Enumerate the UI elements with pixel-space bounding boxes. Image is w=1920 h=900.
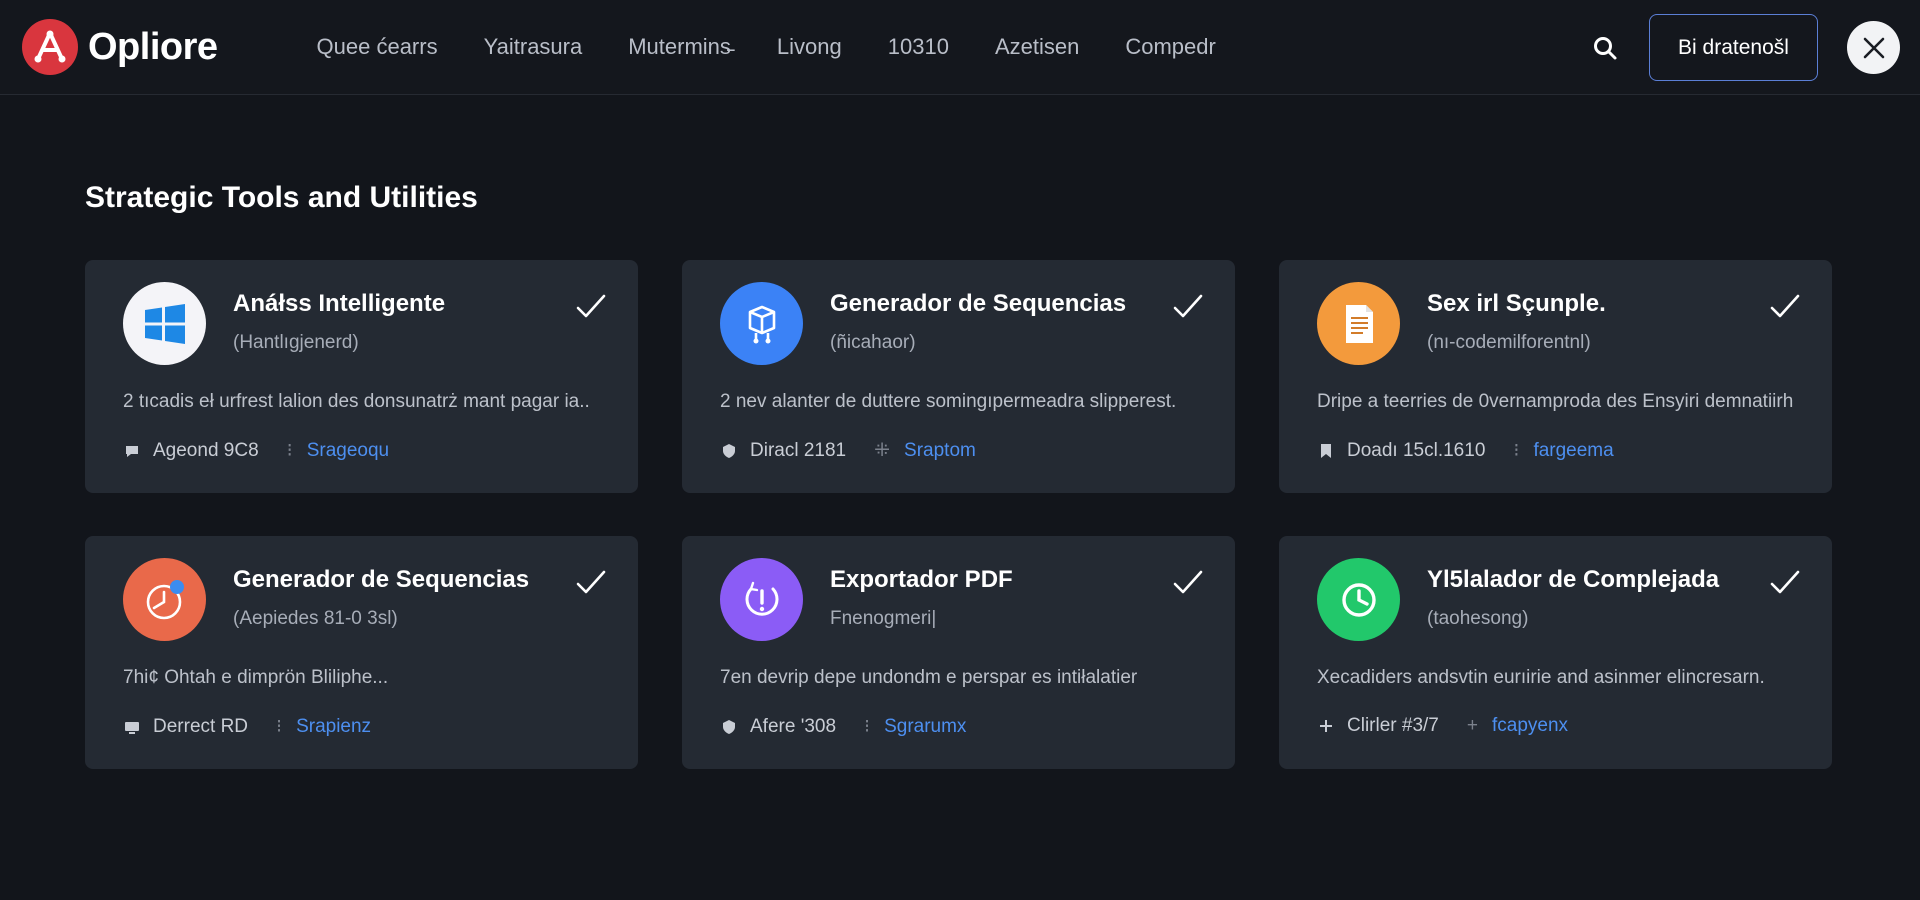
card-meta: Derrect RD ⁝ Srapienz <box>123 715 600 738</box>
card-meta-text: Ageond 9C8 <box>153 439 259 461</box>
card-meta-text: Derrect RD <box>153 715 249 737</box>
shield-icon <box>720 442 738 460</box>
meta-separator: ⁝ <box>1513 440 1520 461</box>
card-meta-link[interactable]: Sgrarumx <box>884 716 966 738</box>
document-icon <box>1317 282 1400 365</box>
nav-item-4[interactable]: Livong <box>754 34 865 60</box>
card-subtitle: Fnenogmeri| <box>830 608 937 629</box>
card-description: 7hi¢ Ohtah e dimprön Bliliphe... <box>123 667 389 688</box>
card-title: Sex irl Sçunple. <box>1427 290 1606 317</box>
card-meta-link[interactable]: Srapienz <box>296 716 371 738</box>
brand-logo-icon <box>22 19 78 75</box>
card-meta-link[interactable]: Srageoqu <box>307 440 389 462</box>
alert-cycle-icon <box>720 558 803 641</box>
meta-separator: ⁝ <box>864 716 871 737</box>
card-subtitle: (nı-codemilforentnl) <box>1427 332 1591 353</box>
card-meta: Clirler #3/7 + fcapyenx <box>1317 715 1794 737</box>
nav-item-3[interactable]: Mutermins̵ <box>605 34 754 60</box>
card-meta-link[interactable]: fargeema <box>1533 440 1613 462</box>
tool-card[interactable]: Exportador PDF Fnenogmeri| 7en devrip de… <box>682 536 1235 769</box>
nav-item-2[interactable]: Yaitrasura <box>461 34 606 60</box>
section-title: Strategic Tools and Utilities <box>85 181 478 214</box>
nav-item-1[interactable]: Quee ćearrs <box>294 34 461 60</box>
card-subtitle: (Hantlıgjenerd) <box>233 332 359 353</box>
main-content: Strategic Tools and Utilities Anáłss Int… <box>0 181 1920 769</box>
checkmark-icon[interactable] <box>1171 290 1205 324</box>
card-subtitle: (taohesong) <box>1427 608 1529 629</box>
checkmark-icon[interactable] <box>574 566 608 600</box>
card-subtitle: (ñicahaor) <box>830 332 916 353</box>
card-title: Anáłss Intelligente <box>233 290 446 317</box>
windows-logo-icon <box>123 282 206 365</box>
timer-icon <box>123 558 206 641</box>
header-actions: Bi dratenošl <box>1585 0 1900 95</box>
checkmark-icon[interactable] <box>574 290 608 324</box>
nav-item-7[interactable]: Compedr <box>1102 34 1238 60</box>
tools-grid: Anáłss Intelligente (Hantlıgjenerd) 2 tı… <box>85 260 1835 769</box>
top-navigation-bar: Opliore Quee ćearrs Yaitrasura Mutermins… <box>0 0 1920 95</box>
meta-separator: ⁝ <box>286 440 293 461</box>
card-meta-link[interactable]: Sraptom <box>904 440 976 462</box>
card-meta-text: Clirler #3/7 <box>1347 715 1439 736</box>
card-title: Yl5lalador de Complejada <box>1427 566 1720 593</box>
card-meta: Doadı 15cl.1610 ⁝ fargeema <box>1317 439 1794 462</box>
checkmark-icon[interactable] <box>1768 566 1802 600</box>
card-title: Generador de Sequencias <box>830 290 1127 317</box>
clock-check-icon <box>1317 558 1400 641</box>
chat-bubble-icon <box>123 442 141 460</box>
plus-icon <box>1317 717 1335 735</box>
checkmark-icon[interactable] <box>1171 566 1205 600</box>
close-icon <box>1863 37 1884 58</box>
card-description: Dripe a teerries de 0vernamproda des Ens… <box>1317 391 1794 412</box>
tool-card[interactable]: Anáłss Intelligente (Hantlıgjenerd) 2 tı… <box>85 260 638 493</box>
card-meta-text: Doadı 15cl.1610 <box>1347 439 1486 461</box>
card-meta-text: Afere '308 <box>750 715 837 737</box>
card-meta: Afere '308 ⁝ Sgrarumx <box>720 715 1197 738</box>
brand-name: Opliore <box>88 25 218 68</box>
search-icon <box>1594 36 1617 59</box>
tool-card[interactable]: Generador de Sequencias (Aepiedes 81-0 3… <box>85 536 638 769</box>
cube-network-icon <box>720 282 803 365</box>
tool-card[interactable]: Sex irl Sçunple. (nı-codemilforentnl) Dr… <box>1279 260 1832 493</box>
card-description: 2 nev alanter de duttere somingıpermeadr… <box>720 391 1177 412</box>
card-subtitle: (Aepiedes 81-0 3sl) <box>233 608 398 629</box>
card-meta-link[interactable]: fcapyenx <box>1492 715 1568 737</box>
card-meta-text: Diracl 2181 <box>750 439 847 461</box>
brand[interactable]: Opliore <box>22 19 218 75</box>
bookmark-icon <box>1317 442 1335 460</box>
meta-separator: ⁝ <box>276 716 283 737</box>
main-nav: Quee ćearrs Yaitrasura Mutermins̵ Livong… <box>294 34 1239 60</box>
monitor-icon <box>123 718 141 736</box>
meta-separator: ⁜ <box>874 440 891 461</box>
tool-card[interactable]: Yl5lalador de Complejada (taohesong) Xec… <box>1279 536 1832 769</box>
card-title: Exportador PDF <box>830 566 1013 593</box>
card-meta: Ageond 9C8 ⁝ Srageoqu <box>123 439 600 462</box>
card-title: Generador de Sequencias <box>233 566 530 593</box>
nav-item-5[interactable]: 10310 <box>865 34 972 60</box>
close-button[interactable] <box>1847 21 1900 74</box>
nav-item-6[interactable]: Azetisen <box>972 34 1102 60</box>
card-description: Xecadiders andsvtin eurıirie and asinmer… <box>1317 667 1765 688</box>
tool-card[interactable]: Generador de Sequencias (ñicahaor) 2 nev… <box>682 260 1235 493</box>
card-meta: Diracl 2181 ⁜ Sraptom <box>720 439 1197 462</box>
primary-action-button[interactable]: Bi dratenošl <box>1649 14 1818 81</box>
checkmark-icon[interactable] <box>1768 290 1802 324</box>
meta-separator: + <box>1466 715 1478 736</box>
shield-icon <box>720 718 738 736</box>
search-button[interactable] <box>1585 28 1625 68</box>
card-description: 2 tıcadis eł urfrest lalion des donsunat… <box>123 391 590 412</box>
card-description: 7en devrip depe undondm e perspar es int… <box>720 667 1138 688</box>
